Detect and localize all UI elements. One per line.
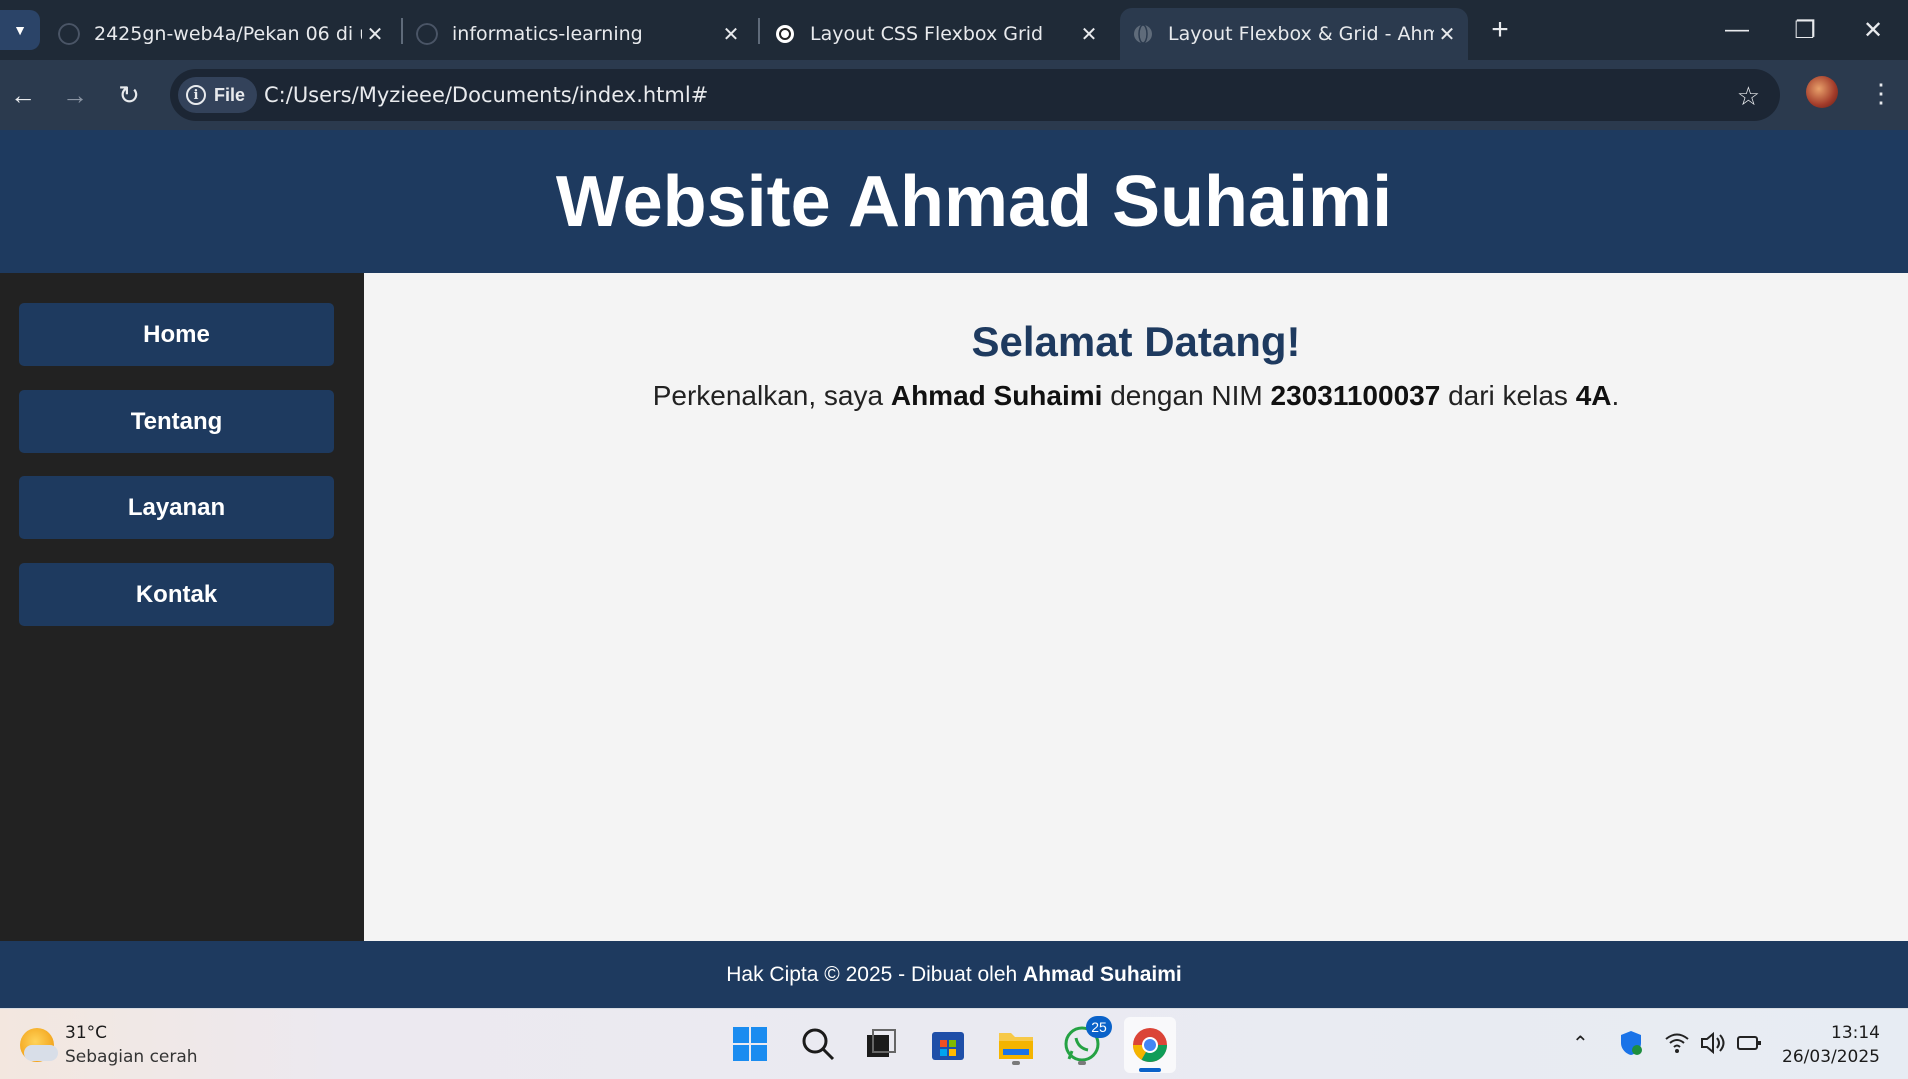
close-icon[interactable]: ✕ bbox=[718, 21, 744, 47]
tab-github-repo[interactable]: 2425gn-web4a/Pekan 06 di utama ✕ bbox=[58, 8, 388, 60]
tab-divider bbox=[401, 18, 403, 44]
info-icon: i bbox=[186, 85, 206, 105]
site-title: Website Ahmad Suhaimi bbox=[555, 161, 1393, 242]
restore-icon: ❐ bbox=[1794, 16, 1816, 44]
tab-layout-flexbox-active[interactable]: Layout Flexbox & Grid - Ahmad Suhaimi ✕ bbox=[1120, 8, 1468, 60]
intro-paragraph: Perkenalkan, saya Ahmad Suhaimi dengan N… bbox=[364, 380, 1908, 412]
nav-tentang[interactable]: Tentang bbox=[19, 390, 334, 453]
chip-label: File bbox=[214, 84, 246, 105]
tab-title: informatics-learning bbox=[452, 23, 643, 45]
tab-informatics-learning[interactable]: informatics-learning ✕ bbox=[416, 8, 744, 60]
intro-nim: 23031100037 bbox=[1270, 380, 1441, 411]
github-icon bbox=[58, 23, 80, 45]
running-indicator bbox=[1012, 1061, 1020, 1065]
intro-text: dari kelas bbox=[1440, 380, 1576, 411]
github-icon bbox=[416, 23, 438, 45]
chevron-down-icon: ▼ bbox=[13, 22, 27, 38]
file-explorer-button[interactable] bbox=[994, 1022, 1038, 1066]
back-button[interactable]: ← bbox=[6, 78, 40, 112]
weather-condition: Sebagian cerah bbox=[65, 1047, 198, 1067]
store-icon bbox=[932, 1032, 964, 1060]
footer-text: Hak Cipta © 2025 - Dibuat oleh bbox=[726, 962, 1024, 986]
forward-button[interactable]: → bbox=[58, 78, 92, 112]
volume-icon[interactable] bbox=[1700, 1031, 1726, 1055]
globe-icon bbox=[1134, 24, 1152, 44]
sidebar: Home Tentang Layanan Kontak bbox=[0, 273, 364, 941]
clock-time: 13:14 bbox=[1831, 1023, 1880, 1043]
intro-text: . bbox=[1611, 380, 1620, 411]
tab-layout-css[interactable]: Layout CSS Flexbox Grid ✕ bbox=[774, 8, 1102, 60]
taskbar: 31°C Sebagian cerah 25 ⌃ 13:14 26/03/202… bbox=[0, 1008, 1908, 1079]
active-indicator bbox=[1139, 1068, 1161, 1072]
toolbar: ← → ↻ i File C:/Users/Myzieee/Documents/… bbox=[0, 60, 1908, 130]
address-bar[interactable]: i File C:/Users/Myzieee/Documents/index.… bbox=[170, 69, 1780, 121]
search-button[interactable] bbox=[796, 1022, 840, 1066]
chrome-icon bbox=[1133, 1028, 1167, 1062]
task-view-icon bbox=[867, 1029, 896, 1057]
intro-kelas: 4A bbox=[1575, 380, 1612, 411]
clock[interactable]: 13:14 26/03/2025 bbox=[1782, 1021, 1880, 1069]
minimize-icon: — bbox=[1725, 16, 1749, 43]
restore-button[interactable]: ❐ bbox=[1780, 10, 1830, 50]
intro-text: dengan NIM bbox=[1102, 380, 1271, 411]
clock-date: 26/03/2025 bbox=[1782, 1047, 1880, 1067]
arrow-left-icon: ← bbox=[10, 79, 36, 110]
weather-temp: 31°C bbox=[65, 1023, 108, 1043]
task-view-button[interactable] bbox=[858, 1022, 902, 1066]
tab-divider bbox=[758, 18, 760, 44]
battery-icon[interactable] bbox=[1736, 1033, 1762, 1053]
nav-home[interactable]: Home bbox=[19, 303, 334, 366]
tab-strip: ▼ 2425gn-web4a/Pekan 06 di utama ✕ infor… bbox=[0, 0, 1908, 60]
tab-title: Layout Flexbox & Grid - Ahmad Suhaimi bbox=[1168, 23, 1434, 45]
new-tab-button[interactable]: + bbox=[1484, 13, 1516, 46]
web-page: Website Ahmad Suhaimi Home Tentang Layan… bbox=[0, 130, 1908, 1008]
reload-button[interactable]: ↻ bbox=[112, 78, 146, 112]
plus-icon: + bbox=[1491, 13, 1509, 46]
more-menu-icon[interactable]: ⋮ bbox=[1868, 78, 1894, 109]
security-shield-icon[interactable] bbox=[1618, 1029, 1644, 1057]
tab-title: 2425gn-web4a/Pekan 06 di utama bbox=[94, 23, 362, 45]
wifi-icon[interactable] bbox=[1664, 1031, 1690, 1055]
url-text[interactable]: C:/Users/Myzieee/Documents/index.html# bbox=[264, 83, 708, 107]
windows-icon bbox=[733, 1027, 767, 1061]
close-icon: ✕ bbox=[1862, 16, 1884, 44]
site-info-chip[interactable]: i File bbox=[178, 77, 258, 113]
site-header: Website Ahmad Suhaimi bbox=[0, 130, 1908, 273]
welcome-heading: Selamat Datang! bbox=[971, 318, 1301, 365]
tab-title: Layout CSS Flexbox Grid bbox=[810, 23, 1044, 45]
microsoft-store-button[interactable] bbox=[926, 1022, 970, 1066]
main-content: Selamat Datang! Perkenalkan, saya Ahmad … bbox=[364, 273, 1908, 941]
cloud-icon bbox=[24, 1045, 58, 1061]
intro-name: Ahmad Suhaimi bbox=[890, 380, 1103, 411]
profile-avatar[interactable] bbox=[1806, 76, 1838, 108]
footer-author: Ahmad Suhaimi bbox=[1023, 962, 1182, 986]
start-button[interactable] bbox=[728, 1022, 772, 1066]
arrow-right-icon: → bbox=[62, 79, 88, 110]
whatsapp-button[interactable]: 25 bbox=[1060, 1016, 1112, 1066]
bookmark-star-icon[interactable]: ☆ bbox=[1737, 81, 1760, 112]
close-icon[interactable]: ✕ bbox=[1434, 21, 1460, 47]
folder-icon bbox=[999, 1033, 1033, 1059]
reload-icon: ↻ bbox=[118, 79, 140, 110]
minimize-button[interactable]: — bbox=[1712, 10, 1762, 50]
close-icon[interactable]: ✕ bbox=[362, 21, 388, 47]
intro-text: Perkenalkan, saya bbox=[652, 380, 891, 411]
tab-search-button[interactable]: ▼ bbox=[0, 10, 40, 50]
nav-layanan[interactable]: Layanan bbox=[19, 476, 334, 539]
show-hidden-icons-button[interactable]: ⌃ bbox=[1572, 1031, 1589, 1055]
search-icon bbox=[802, 1028, 835, 1061]
chrome-button[interactable] bbox=[1124, 1017, 1176, 1073]
close-window-button[interactable]: ✕ bbox=[1848, 10, 1898, 50]
chatgpt-icon bbox=[776, 25, 794, 43]
notification-badge: 25 bbox=[1086, 1016, 1112, 1038]
site-footer: Hak Cipta © 2025 - Dibuat oleh Ahmad Suh… bbox=[0, 941, 1908, 1008]
close-icon[interactable]: ✕ bbox=[1076, 21, 1102, 47]
nav-kontak[interactable]: Kontak bbox=[19, 563, 334, 626]
running-indicator bbox=[1078, 1061, 1086, 1065]
